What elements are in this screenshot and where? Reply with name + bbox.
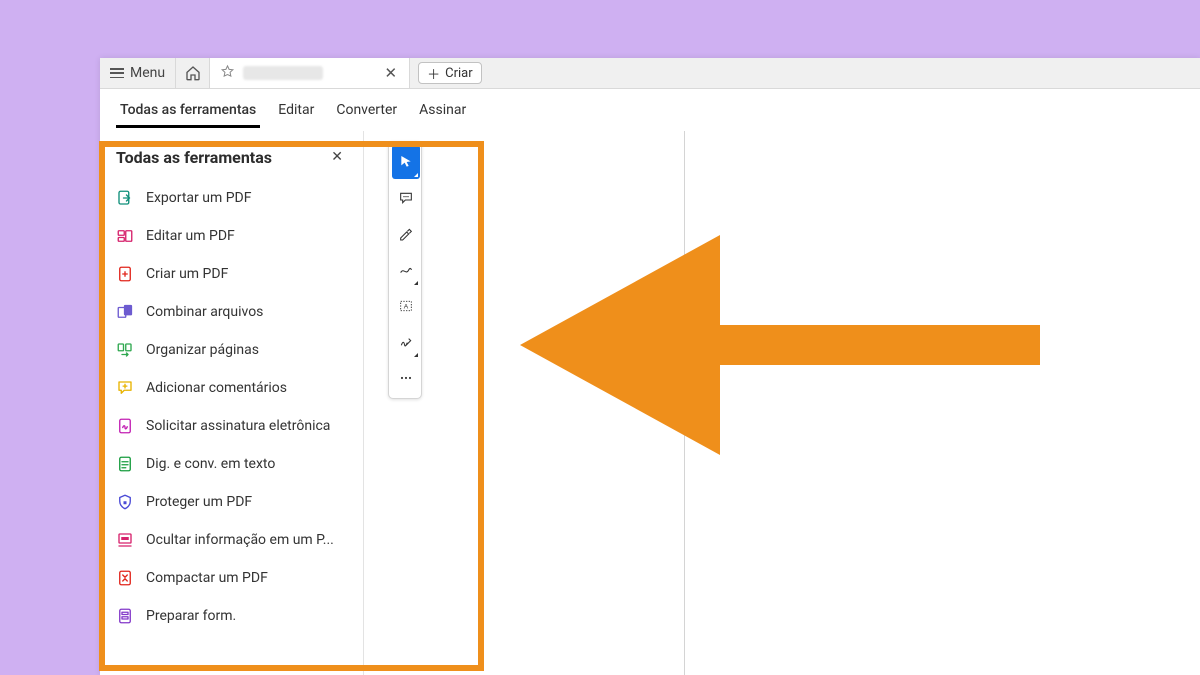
tool-item-label: Exportar um PDF [146, 190, 251, 206]
titlebar: Menu ✕ ＋ Criar [100, 58, 1200, 89]
tool-item-label: Proteger um PDF [146, 494, 252, 510]
main-area: Todas as ferramentas ✕ Exportar um PDF Ed… [100, 131, 1200, 675]
quick-cursor-button[interactable] [392, 145, 420, 179]
tool-item[interactable]: Ocultar informação em um P... [100, 521, 363, 559]
quick-highlight-button[interactable] [392, 217, 420, 251]
svg-text:A: A [404, 304, 409, 311]
compress-pdf-icon [116, 569, 134, 587]
tool-item-label: Editar um PDF [146, 228, 235, 244]
organize-pages-icon [116, 341, 134, 359]
quick-draw-button[interactable] [392, 253, 420, 287]
quick-text-select-button[interactable]: A [392, 289, 420, 323]
all-tools-panel: Todas as ferramentas ✕ Exportar um PDF Ed… [100, 131, 364, 675]
expand-corner-icon [414, 353, 418, 357]
home-button[interactable] [176, 58, 210, 88]
tool-item-label: Criar um PDF [146, 266, 228, 282]
edit-pdf-icon [116, 227, 134, 245]
quick-toolbar: A [388, 141, 422, 399]
create-label: Criar [445, 66, 473, 81]
tool-item[interactable]: Dig. e conv. em texto [100, 445, 363, 483]
panel-title: Todas as ferramentas [116, 148, 272, 167]
tool-item-label: Ocultar informação em um P... [146, 532, 334, 548]
menu-label: Menu [130, 65, 165, 81]
tool-item-label: Preparar form. [146, 608, 236, 624]
quick-comment-button[interactable] [392, 181, 420, 215]
tool-tabs: Todas as ferramentas Editar Converter As… [100, 89, 1200, 131]
tool-item[interactable]: Exportar um PDF [100, 179, 363, 217]
panel-close-button[interactable]: ✕ [327, 147, 347, 167]
expand-corner-icon [414, 173, 418, 177]
tab-close-button[interactable]: ✕ [383, 62, 400, 84]
document-tab[interactable]: ✕ [210, 58, 410, 88]
tool-list: Exportar um PDF Editar um PDF Criar um PDF… [100, 179, 363, 635]
create-pdf-icon [116, 265, 134, 283]
hamburger-icon [110, 68, 124, 78]
tab-all-tools[interactable]: Todas as ferramentas [110, 92, 266, 128]
vertical-divider [684, 131, 685, 675]
create-button[interactable]: ＋ Criar [418, 62, 482, 84]
panel-header: Todas as ferramentas ✕ [100, 141, 363, 179]
tool-item[interactable]: Combinar arquivos [100, 293, 363, 331]
menu-button[interactable]: Menu [100, 58, 176, 88]
tool-item-label: Organizar páginas [146, 342, 259, 358]
plus-icon: ＋ [427, 64, 440, 83]
tool-item-label: Dig. e conv. em texto [146, 456, 275, 472]
tool-item-label: Compactar um PDF [146, 570, 268, 586]
tool-item[interactable]: Compactar um PDF [100, 559, 363, 597]
protect-pdf-icon [116, 493, 134, 511]
tool-item-label: Combinar arquivos [146, 304, 263, 320]
tool-item[interactable]: Solicitar assinatura eletrônica [100, 407, 363, 445]
home-icon [185, 65, 201, 81]
expand-corner-icon [414, 281, 418, 285]
tool-item[interactable]: Proteger um PDF [100, 483, 363, 521]
tool-item[interactable]: Criar um PDF [100, 255, 363, 293]
prepare-form-icon [116, 607, 134, 625]
tool-item[interactable]: Preparar form. [100, 597, 363, 635]
tab-title [243, 66, 323, 80]
quick-more-button[interactable] [392, 361, 420, 395]
tool-item-label: Adicionar comentários [146, 380, 287, 396]
tool-item[interactable]: Organizar páginas [100, 331, 363, 369]
tab-edit[interactable]: Editar [268, 92, 324, 128]
request-esign-icon [116, 417, 134, 435]
redact-icon [116, 531, 134, 549]
star-icon[interactable] [220, 64, 235, 83]
scan-ocr-icon [116, 455, 134, 473]
add-comments-icon [116, 379, 134, 397]
combine-files-icon [116, 303, 134, 321]
tool-item-label: Solicitar assinatura eletrônica [146, 418, 330, 434]
app-window: Menu ✕ ＋ Criar Todas as ferramentas Edit… [100, 58, 1200, 675]
export-pdf-icon [116, 189, 134, 207]
quick-sign-button[interactable] [392, 325, 420, 359]
tool-item[interactable]: Adicionar comentários [100, 369, 363, 407]
tab-sign[interactable]: Assinar [409, 92, 476, 128]
tool-item[interactable]: Editar um PDF [100, 217, 363, 255]
tab-convert[interactable]: Converter [326, 92, 407, 128]
